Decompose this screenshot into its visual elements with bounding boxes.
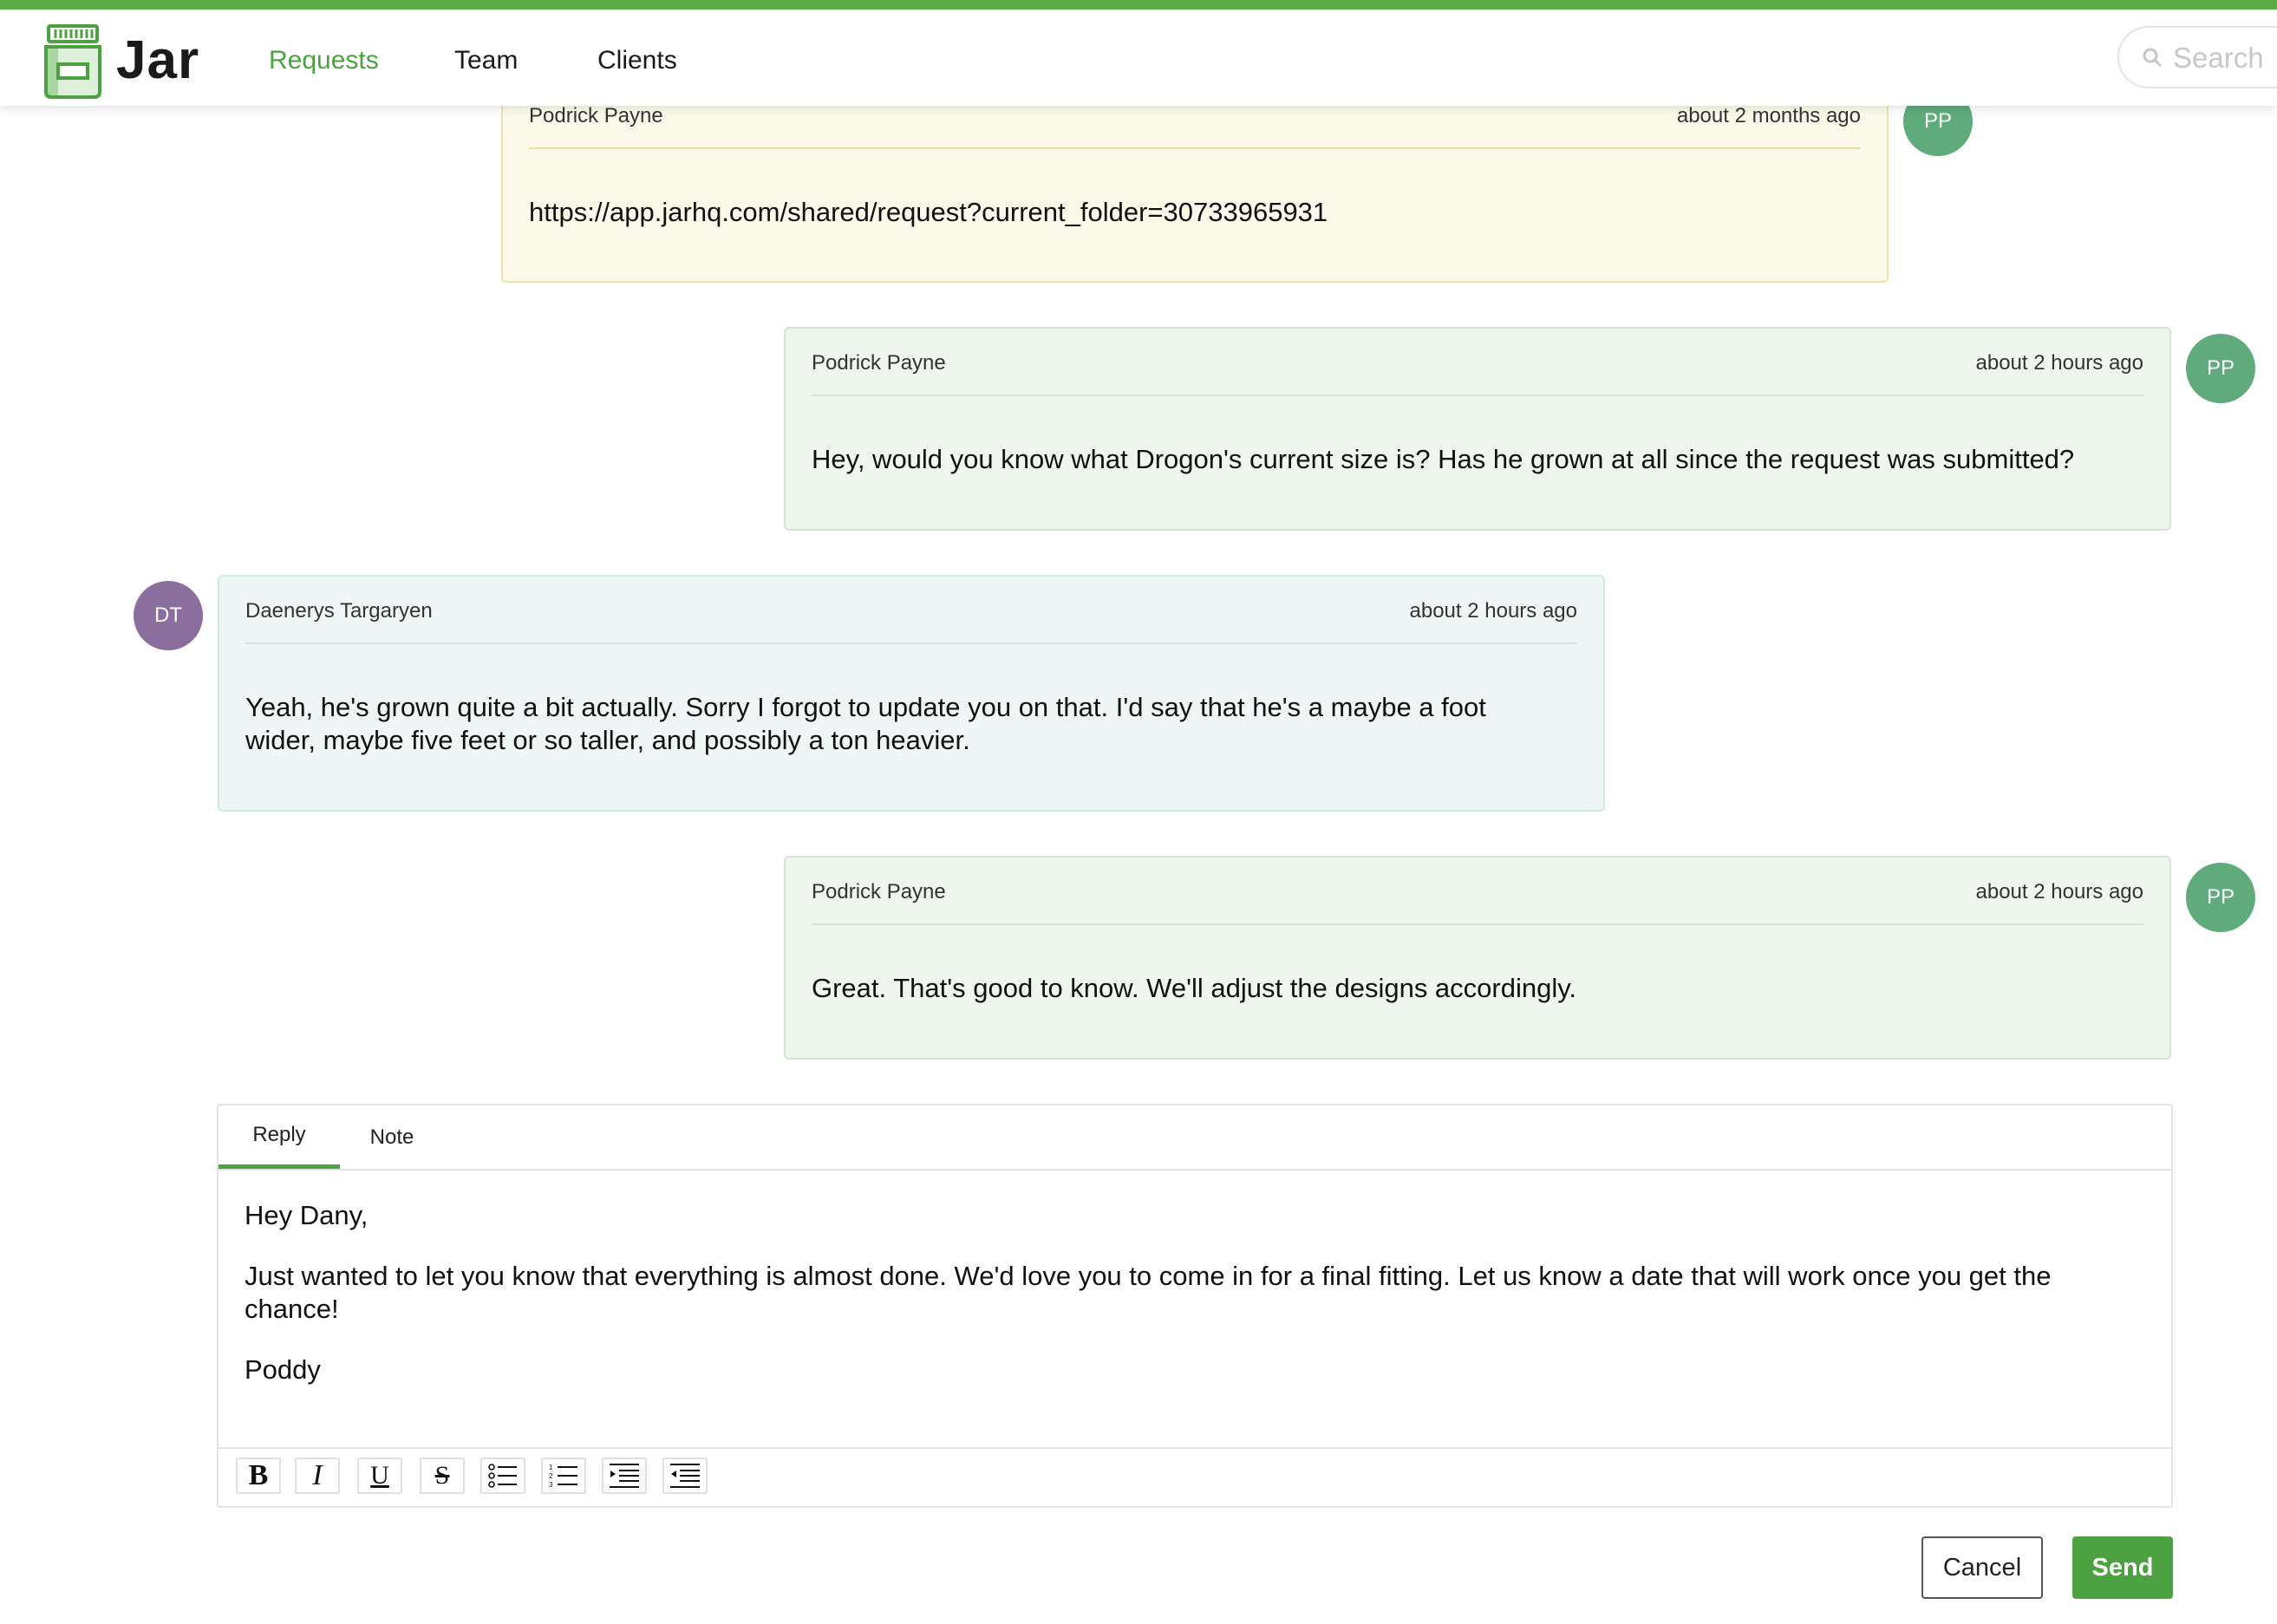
- bullet-list-button[interactable]: [480, 1458, 525, 1494]
- strikethrough-icon: S: [434, 1461, 450, 1490]
- message-divider: [245, 642, 1577, 644]
- search-icon: [2143, 48, 2163, 68]
- tab-reply[interactable]: Reply: [219, 1105, 340, 1169]
- message-divider: [812, 923, 2143, 925]
- avatar: PP: [2186, 863, 2255, 932]
- message-time: about 2 months ago: [1676, 104, 1861, 127]
- bold-button[interactable]: B: [236, 1458, 281, 1494]
- search-input[interactable]: Search: [2117, 26, 2277, 88]
- message-card: Daenerys Targaryen about 2 hours ago Yea…: [218, 575, 1605, 812]
- numbered-list-button[interactable]: 1 2 3: [541, 1458, 586, 1494]
- outdent-button[interactable]: [662, 1458, 708, 1494]
- message-author: Daenerys Targaryen: [245, 599, 433, 623]
- search-placeholder: Search: [2173, 42, 2264, 74]
- reply-composer: Reply Note Hey Dany, Just wanted to let …: [217, 1104, 2173, 1508]
- reply-editor[interactable]: Hey Dany, Just wanted to let you know th…: [245, 1199, 2119, 1414]
- outdent-icon: [670, 1464, 700, 1488]
- indent-icon: [610, 1464, 639, 1488]
- avatar: DT: [134, 581, 203, 650]
- message-body: Yeah, he's grown quite a bit actually. S…: [245, 692, 1486, 755]
- nav-requests[interactable]: Requests: [269, 46, 379, 75]
- send-button[interactable]: Send: [2072, 1536, 2173, 1599]
- jar-icon[interactable]: [41, 24, 105, 99]
- message-card: Podrick Payne about 2 hours ago Hey, wou…: [784, 327, 2171, 531]
- editor-paragraph: Poddy: [245, 1354, 321, 1385]
- italic-button[interactable]: I: [295, 1458, 340, 1494]
- message-body: https://app.jarhq.com/shared/request?cur…: [529, 197, 1328, 227]
- bullet-list-icon: [488, 1464, 517, 1488]
- top-navbar: Jar Requests Team Clients Search: [0, 0, 2277, 106]
- message-time: about 2 hours ago: [1409, 599, 1578, 623]
- nav-team[interactable]: Team: [454, 46, 518, 75]
- svg-text:2: 2: [549, 1472, 553, 1480]
- bold-icon: B: [248, 1459, 269, 1491]
- composer-tabs: Reply Note: [219, 1105, 2171, 1171]
- avatar: PP: [2186, 334, 2255, 403]
- tab-note[interactable]: Note: [340, 1105, 444, 1169]
- editor-paragraph: Hey Dany,: [245, 1200, 369, 1230]
- svg-text:3: 3: [549, 1481, 553, 1489]
- cancel-button[interactable]: Cancel: [1921, 1536, 2043, 1599]
- message-card: Podrick Payne about 2 hours ago Great. T…: [784, 856, 2171, 1060]
- message-author: Podrick Payne: [812, 351, 946, 375]
- italic-icon: I: [312, 1459, 323, 1491]
- message-body: Hey, would you know what Drogon's curren…: [812, 444, 2075, 474]
- message-time: about 2 hours ago: [1975, 880, 2144, 903]
- message-author: Podrick Payne: [529, 104, 663, 127]
- editor-paragraph: Just wanted to let you know that everyth…: [245, 1261, 2052, 1324]
- underline-icon: U: [370, 1461, 389, 1490]
- message-body: Great. That's good to know. We'll adjust…: [812, 973, 1577, 1003]
- message-divider: [529, 147, 1861, 149]
- format-toolbar: B I U S 1 2 3: [219, 1447, 2171, 1506]
- message-card: Podrick Payne about 2 months ago https:/…: [501, 80, 1889, 283]
- underline-button[interactable]: U: [357, 1458, 402, 1494]
- message-time: about 2 hours ago: [1975, 351, 2144, 375]
- message-divider: [812, 395, 2143, 396]
- strikethrough-button[interactable]: S: [420, 1458, 465, 1494]
- numbered-list-icon: 1 2 3: [549, 1464, 577, 1489]
- message-author: Podrick Payne: [812, 880, 946, 903]
- nav-clients[interactable]: Clients: [597, 46, 677, 75]
- brand-name[interactable]: Jar: [116, 29, 199, 91]
- indent-button[interactable]: [602, 1458, 647, 1494]
- svg-text:1: 1: [549, 1464, 553, 1471]
